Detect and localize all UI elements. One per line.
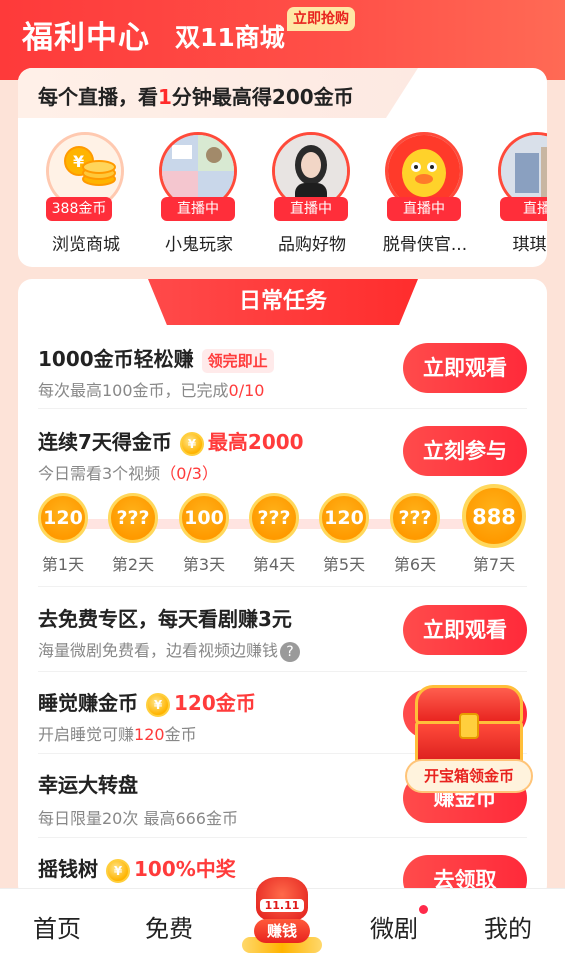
treasure-chest[interactable]: 开宝箱领金币 bbox=[405, 685, 533, 800]
tab-home[interactable]: 首页 bbox=[33, 909, 81, 944]
day-item: 120 第1天 bbox=[33, 485, 93, 575]
stream-item[interactable]: 直播中 小鬼玩家 bbox=[149, 130, 249, 260]
day-reward: 100 bbox=[179, 493, 229, 543]
stream-label: 脱骨侠官... bbox=[382, 235, 468, 255]
bottom-tabbar: 首页 免费 11.11 赚钱 微剧 我的 bbox=[0, 877, 565, 966]
lock-icon bbox=[459, 713, 479, 739]
day-reward: 120 bbox=[319, 493, 369, 543]
help-icon[interactable]: ? bbox=[280, 641, 301, 662]
task-name: 睡觉赚金币 ¥120金币 bbox=[38, 691, 256, 717]
task-name: 去免费专区，每天看剧赚3元 bbox=[38, 607, 292, 631]
stream-item[interactable]: 直播中 品购好物 bbox=[262, 130, 362, 260]
watch-drama-button[interactable]: 立即观看 bbox=[403, 605, 527, 655]
daily-tasks-card: 日常任务 1000金币轻松赚 领完即止 每次最高100金币，已完成0/10 立即观… bbox=[18, 279, 547, 899]
stream-item[interactable]: 直播中 脱骨侠官... bbox=[375, 130, 475, 260]
day-item: 100 第3天 bbox=[174, 485, 234, 575]
task-name: 摇钱树 ¥100%中奖 bbox=[38, 857, 236, 883]
day-label: 第5天 bbox=[322, 555, 366, 574]
day-label: 第4天 bbox=[252, 555, 296, 574]
task-name: 连续7天得金币 ¥ 最高2000 bbox=[38, 430, 304, 456]
stream-label: 品购好物 bbox=[278, 235, 346, 255]
join-now-button[interactable]: 立刻参与 bbox=[403, 426, 527, 476]
day-item: 888 第7天 bbox=[462, 484, 526, 575]
task-desc: 海量微剧免费看，边看视频边赚钱? bbox=[38, 637, 301, 662]
mall-link[interactable]: 双11商城 bbox=[175, 18, 285, 54]
coin-icon: ¥ bbox=[179, 431, 204, 456]
day-label: 第2天 bbox=[111, 555, 155, 574]
notification-dot bbox=[419, 905, 428, 914]
day-item: ??? 第2天 bbox=[103, 485, 163, 575]
live-tag: 直播 bbox=[500, 197, 547, 221]
limited-tag: 领完即止 bbox=[201, 348, 274, 373]
stream-item[interactable]: ¥ 388金币 浏览商城 bbox=[36, 130, 136, 260]
tab-earn[interactable]: 11.11 赚钱 bbox=[236, 877, 328, 963]
stream-label: 小鬼玩家 bbox=[165, 235, 233, 255]
chest-label: 开宝箱领金币 bbox=[405, 759, 533, 793]
coin-icon: ¥ bbox=[106, 858, 130, 883]
streak-days: 120 第1天 ??? 第2天 100 第3天 ??? 第4天 120 第5天 ??? 第6… bbox=[18, 484, 547, 575]
tab-mine[interactable]: 我的 bbox=[484, 909, 532, 944]
day-reward: ??? bbox=[108, 493, 158, 543]
day-reward: 120 bbox=[38, 493, 88, 543]
task-name: 1000金币轻松赚 领完即止 bbox=[38, 343, 274, 373]
tab-earn-label: 赚钱 bbox=[254, 919, 310, 943]
day-label: 第1天 bbox=[41, 555, 85, 574]
stream-tag: 388金币 bbox=[46, 197, 112, 221]
watch-now-button[interactable]: 立即观看 bbox=[403, 343, 527, 393]
day-label: 第7天 bbox=[472, 555, 516, 574]
double-eleven-label: 11.11 bbox=[260, 899, 304, 912]
task-desc: 今日需看3个视频（0/3） bbox=[38, 464, 218, 483]
live-tag: 直播中 bbox=[387, 197, 461, 221]
day-reward: 888 bbox=[462, 484, 526, 548]
day-item: ??? 第6天 bbox=[385, 485, 445, 575]
day-reward: ??? bbox=[390, 493, 440, 543]
live-tag: 直播中 bbox=[274, 197, 348, 221]
stream-label: 浏览商城 bbox=[52, 235, 120, 255]
task-desc: 每次最高100金币，已完成0/10 bbox=[38, 381, 265, 400]
tab-drama[interactable]: 微剧 bbox=[370, 905, 428, 944]
tab-free[interactable]: 免费 bbox=[145, 909, 193, 944]
stream-label: 琪琪玩 bbox=[512, 235, 548, 255]
day-label: 第6天 bbox=[393, 555, 437, 574]
coin-icon: ¥ bbox=[146, 692, 170, 717]
divider bbox=[38, 408, 527, 409]
day-reward: ??? bbox=[249, 493, 299, 543]
day-item: 120 第5天 bbox=[314, 485, 374, 575]
live-banner-text: 每个直播，看1分钟最高得200金币 bbox=[38, 85, 354, 109]
live-tag: 直播中 bbox=[161, 197, 235, 221]
tasks-title: 日常任务 bbox=[148, 279, 418, 325]
day-item: ??? 第4天 bbox=[244, 485, 304, 575]
stream-item[interactable]: 直播 琪琪玩 bbox=[488, 130, 547, 260]
day-label: 第3天 bbox=[182, 555, 226, 574]
page-title: 福利中心 bbox=[22, 20, 150, 56]
divider bbox=[38, 671, 527, 672]
divider bbox=[38, 837, 527, 838]
task-desc: 开启睡觉可赚120金币 bbox=[38, 725, 197, 744]
live-card: 每个直播，看1分钟最高得200金币 ¥ 388金币 浏览商城 直播中 小鬼玩家 … bbox=[18, 68, 547, 267]
task-name: 幸运大转盘 bbox=[38, 773, 138, 797]
divider bbox=[38, 586, 527, 587]
buy-now-badge[interactable]: 立即抢购 bbox=[287, 7, 355, 31]
stream-list: ¥ 388金币 浏览商城 直播中 小鬼玩家 直播中 品购好物 直播中 脱骨侠官.… bbox=[18, 130, 547, 260]
task-desc: 每日限量20次 最高666金币 bbox=[38, 809, 238, 828]
